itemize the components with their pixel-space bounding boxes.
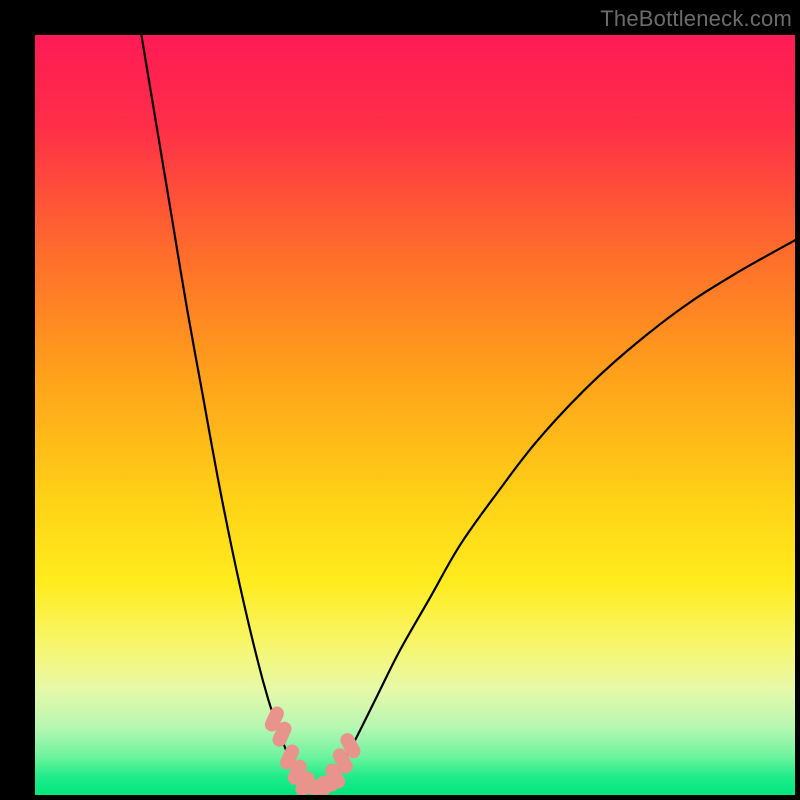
valley-marker [295, 767, 300, 778]
bottleneck-curves [141, 35, 795, 788]
valley-marker [280, 729, 285, 740]
watermark-text: TheBottleneck.com [600, 6, 792, 32]
valley-marker [340, 755, 346, 766]
valley-marker [332, 771, 338, 782]
valley-marker [272, 714, 277, 725]
series-left-curve [141, 35, 304, 784]
valley-marker [324, 783, 332, 785]
series-right-curve [328, 240, 795, 783]
valley-marker [287, 752, 292, 763]
curve-layer [35, 35, 795, 795]
plot-area [35, 35, 795, 795]
valley-markers [272, 714, 354, 790]
chart-stage: TheBottleneck.com [0, 0, 800, 800]
valley-marker [347, 740, 353, 751]
